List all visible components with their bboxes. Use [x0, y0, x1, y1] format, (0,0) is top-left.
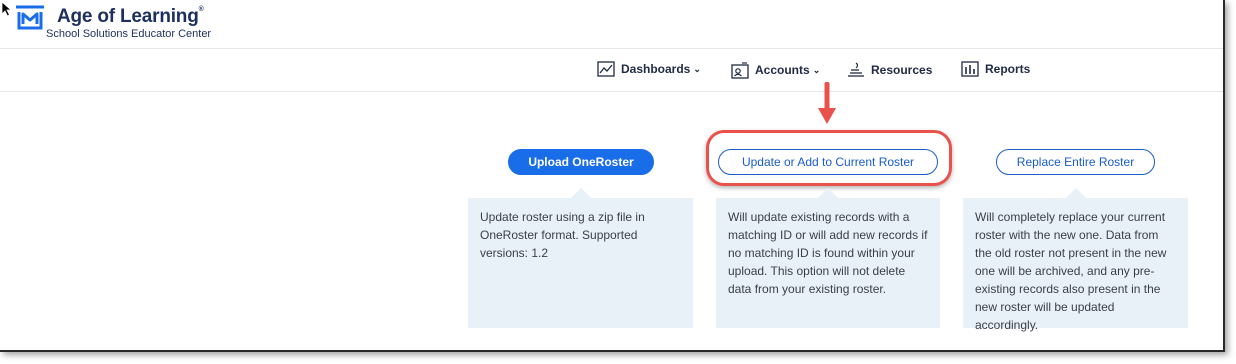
chevron-down-icon: ⌄	[693, 63, 701, 74]
logo-icon[interactable]	[14, 4, 46, 32]
nav-reports[interactable]: Reports	[961, 61, 1030, 77]
mouse-cursor-icon	[1, 1, 13, 17]
nav-resources-label: Resources	[871, 63, 933, 77]
nav-resources[interactable]: Resources	[847, 61, 932, 79]
bar-chart-icon	[961, 61, 979, 77]
brand-registered-mark: ®	[198, 6, 204, 13]
nav-dashboards-label: Dashboards	[621, 62, 691, 76]
line-chart-icon	[597, 61, 615, 77]
update-roster-description: Will update existing records with a matc…	[716, 188, 940, 328]
main-nav: Dashboards ⌄ Accounts ⌄ Resources Report…	[0, 49, 1223, 92]
app-window: Age of Learning® School Solutions Educat…	[0, 0, 1225, 352]
replace-entire-roster-button[interactable]: Replace Entire Roster	[996, 149, 1155, 175]
resources-icon	[848, 62, 864, 77]
account-card-icon	[731, 62, 749, 79]
brand-name-text: Age of Learning	[57, 6, 199, 27]
nav-accounts-label: Accounts	[755, 63, 810, 77]
red-arrow-icon	[818, 82, 836, 124]
chevron-down-icon: ⌄	[812, 64, 821, 75]
replace-roster-description: Will completely replace your current ros…	[963, 188, 1188, 332]
brand-name[interactable]: Age of Learning®	[57, 6, 204, 28]
site-header: Age of Learning® School Solutions Educat…	[0, 0, 1223, 49]
nav-accounts[interactable]: Accounts ⌄	[731, 61, 820, 79]
nav-reports-label: Reports	[985, 62, 1031, 76]
brand-subtitle: School Solutions Educator Center	[46, 28, 212, 40]
nav-dashboards[interactable]: Dashboards ⌄	[597, 61, 701, 77]
upload-oneroster-button[interactable]: Upload OneRoster	[508, 149, 654, 175]
upload-oneroster-description: Update roster using a zip file in OneRos…	[468, 188, 693, 328]
update-or-add-roster-button[interactable]: Update or Add to Current Roster	[718, 149, 938, 175]
